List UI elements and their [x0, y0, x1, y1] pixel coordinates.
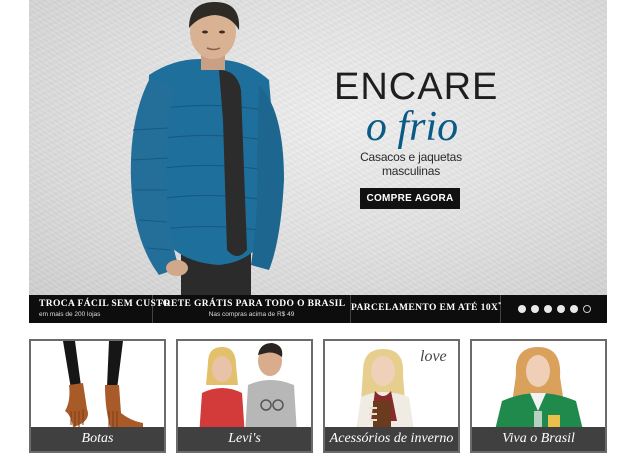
category-tile-viva-o-brasil[interactable]: Viva o Brasil [470, 339, 607, 453]
benefit-installments[interactable]: PARCELAMENTO EM ATÉ 10X* [351, 295, 501, 323]
category-label: Viva o Brasil [472, 427, 605, 451]
slider-dot[interactable] [517, 305, 526, 313]
shop-now-button[interactable]: COMPRE AGORA [360, 188, 460, 209]
hero-headline-accent: o frio [365, 104, 459, 150]
footnote-mark: * [498, 302, 502, 308]
category-tile-winter-accessories[interactable]: love Acessórios de inverno [323, 339, 460, 453]
benefit-title-text: PARCELAMENTO EM ATÉ 10X [351, 303, 499, 314]
benefit-title: PARCELAMENTO EM ATÉ 10X* [351, 302, 502, 314]
benefit-title: TROCA FÁCIL SEM CUSTO [39, 299, 171, 309]
benefit-free-shipping[interactable]: FRETE GRÁTIS PARA TODO O BRASIL Nas comp… [153, 295, 351, 323]
slider-dot[interactable] [530, 305, 539, 313]
benefit-easy-exchange[interactable]: TROCA FÁCIL SEM CUSTO em mais de 200 loj… [29, 295, 171, 323]
slider-dot[interactable] [543, 305, 552, 313]
category-label: Acessórios de inverno [325, 427, 458, 451]
category-label: Levi's [178, 427, 311, 451]
slider-pagination [501, 295, 607, 323]
hero-banner[interactable]: ENCARE o frio Casacos e jaquetas masculi… [29, 0, 607, 296]
benefits-bar: TROCA FÁCIL SEM CUSTO em mais de 200 loj… [29, 295, 607, 323]
benefit-subtitle: Nas compras acima de R$ 49 [208, 311, 295, 318]
benefit-title: FRETE GRÁTIS PARA TODO O BRASIL [157, 299, 346, 309]
category-tile-boots[interactable]: Botas [29, 339, 166, 453]
slider-dot[interactable] [556, 305, 565, 313]
slider-dot[interactable] [569, 305, 578, 313]
hero-headline: ENCARE [334, 66, 499, 108]
hero-subheadline: Casacos e jaquetas masculinas [360, 150, 462, 178]
slider-dot-active[interactable] [582, 305, 591, 313]
category-label: Botas [31, 427, 164, 451]
love-logo: love [420, 348, 447, 365]
hero-model-image [130, 2, 284, 296]
category-tile-levis[interactable]: Levi's [176, 339, 313, 453]
hero-background [29, 0, 607, 296]
benefit-subtitle: em mais de 200 lojas [39, 311, 101, 318]
